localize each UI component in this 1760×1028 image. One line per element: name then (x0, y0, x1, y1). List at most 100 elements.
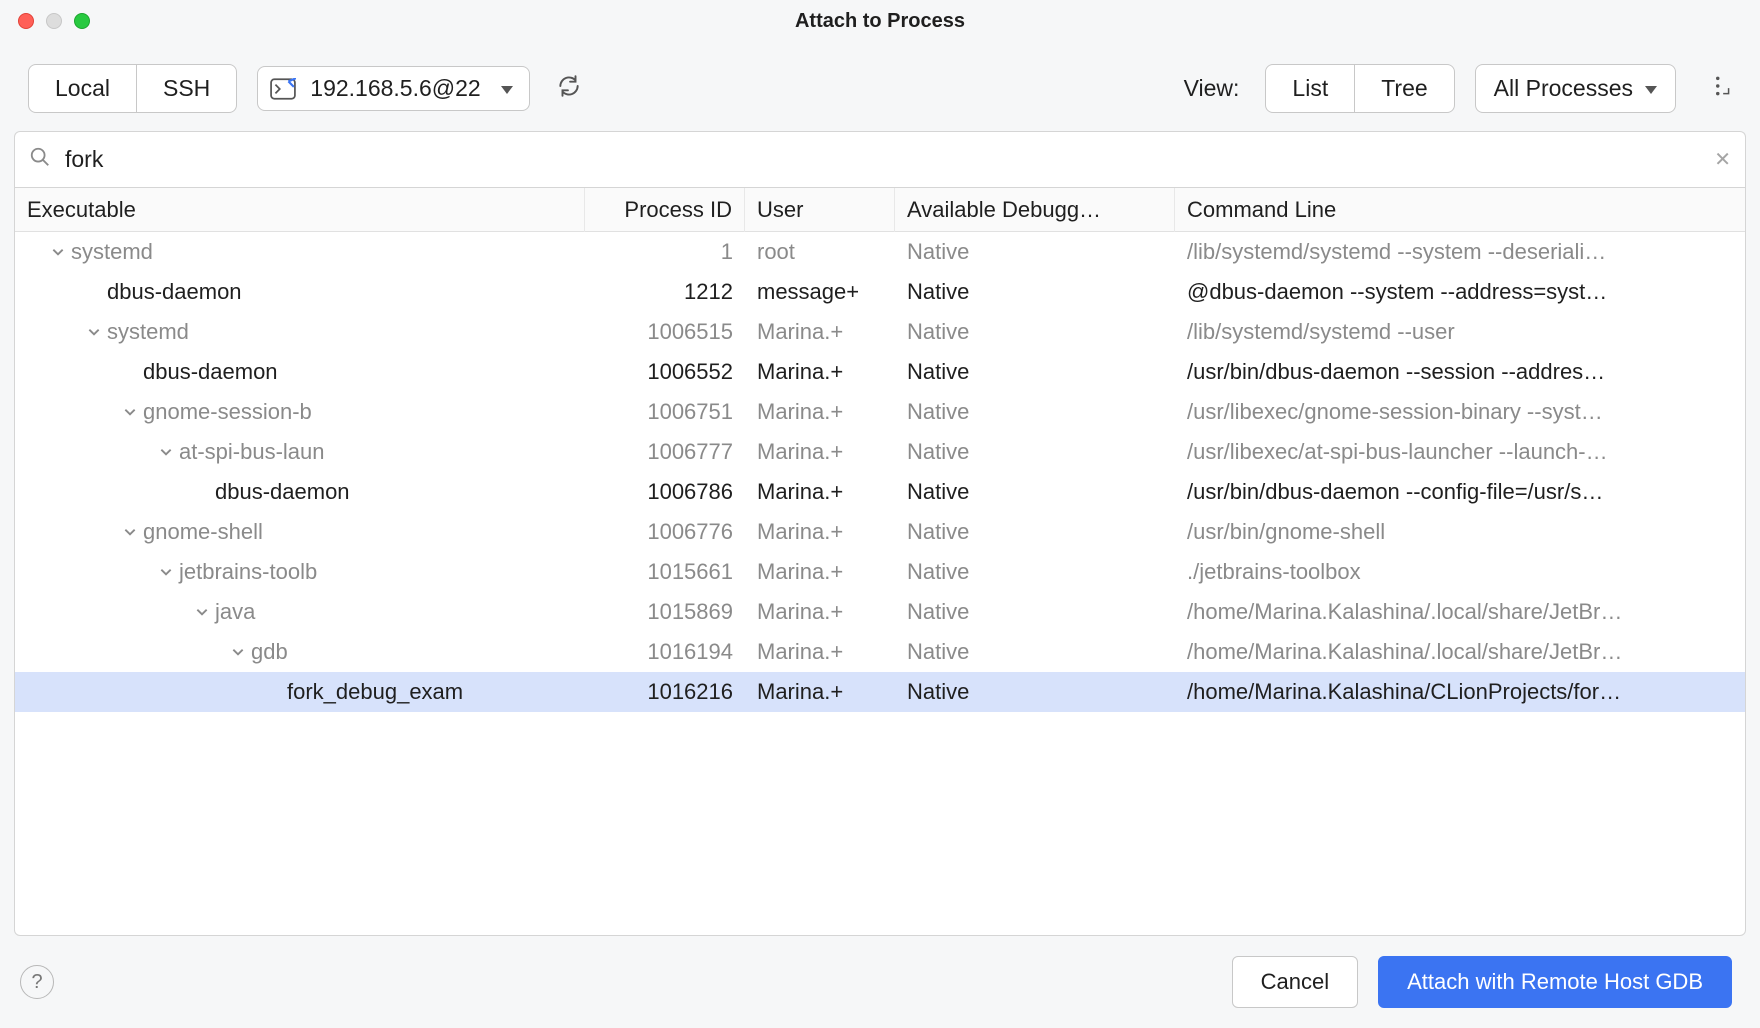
tab-ssh[interactable]: SSH (136, 65, 236, 112)
connection-mode-segmented: Local SSH (28, 64, 237, 113)
cell-user: Marina.+ (745, 352, 895, 392)
process-name: jetbrains-toolb (179, 559, 317, 585)
cell-command: ./jetbrains-toolbox (1175, 552, 1745, 592)
terminal-icon (270, 78, 296, 100)
expand-toggle-icon[interactable] (229, 639, 247, 665)
table-body: systemd1rootNative/lib/systemd/systemd -… (15, 232, 1745, 935)
expand-toggle-icon[interactable] (193, 599, 211, 625)
expand-toggle-icon[interactable] (121, 519, 139, 545)
table-row[interactable]: systemd1006515Marina.+Native/lib/systemd… (15, 312, 1745, 352)
process-name: gnome-session-b (143, 399, 312, 425)
cell-user: message+ (745, 272, 895, 312)
cell-debugger: Native (895, 672, 1175, 712)
cell-user: Marina.+ (745, 592, 895, 632)
cell-pid: 1015661 (585, 552, 745, 592)
process-filter-label: All Processes (1494, 75, 1633, 102)
cell-pid: 1 (585, 232, 745, 272)
expand-toggle-icon[interactable] (49, 239, 67, 265)
cell-user: root (745, 232, 895, 272)
cell-command: @dbus-daemon --system --address=syst… (1175, 272, 1745, 312)
tab-local[interactable]: Local (29, 65, 136, 112)
cell-command: /home/Marina.Kalashina/CLionProjects/for… (1175, 672, 1745, 712)
view-mode-segmented: List Tree (1265, 64, 1454, 113)
cell-pid: 1016216 (585, 672, 745, 712)
cell-command: /home/Marina.Kalashina/.local/share/JetB… (1175, 632, 1745, 672)
expand-toggle-icon[interactable] (157, 439, 175, 465)
titlebar: Attach to Process (0, 0, 1760, 42)
cancel-button[interactable]: Cancel (1232, 956, 1358, 1008)
col-process-id[interactable]: Process ID (585, 188, 745, 232)
cell-executable: systemd (15, 312, 585, 352)
tab-list[interactable]: List (1266, 65, 1354, 112)
table-row[interactable]: systemd1rootNative/lib/systemd/systemd -… (15, 232, 1745, 272)
cell-user: Marina.+ (745, 432, 895, 472)
table-row[interactable]: dbus-daemon1212message+Native@dbus-daemo… (15, 272, 1745, 312)
close-window-button[interactable] (18, 13, 34, 29)
host-label: 192.168.5.6@22 (310, 75, 480, 102)
host-selector[interactable]: 192.168.5.6@22 (257, 66, 529, 111)
col-user[interactable]: User (745, 188, 895, 232)
expand-toggle-icon[interactable] (121, 399, 139, 425)
attach-button[interactable]: Attach with Remote Host GDB (1378, 956, 1732, 1008)
cell-debugger: Native (895, 392, 1175, 432)
process-name: dbus-daemon (107, 279, 242, 305)
cell-debugger: Native (895, 232, 1175, 272)
cell-command: /usr/bin/dbus-daemon --session --addres… (1175, 352, 1745, 392)
cell-command: /home/Marina.Kalashina/.local/share/JetB… (1175, 592, 1745, 632)
view-label: View: (1184, 75, 1240, 102)
expand-toggle-icon[interactable] (85, 319, 103, 345)
tab-tree[interactable]: Tree (1354, 65, 1453, 112)
search-input[interactable] (65, 146, 1700, 173)
process-filter-dropdown[interactable]: All Processes (1475, 64, 1676, 113)
expand-toggle-icon[interactable] (157, 559, 175, 585)
help-button[interactable]: ? (20, 965, 54, 999)
process-name: dbus-daemon (143, 359, 278, 385)
table-row[interactable]: dbus-daemon1006786Marina.+Native/usr/bin… (15, 472, 1745, 512)
table-row[interactable]: java1015869Marina.+Native/home/Marina.Ka… (15, 592, 1745, 632)
cell-pid: 1015869 (585, 592, 745, 632)
table-row[interactable]: fork_debug_exam1016216Marina.+Native/hom… (15, 672, 1745, 712)
process-name: at-spi-bus-laun (179, 439, 325, 465)
cell-executable: gnome-shell (15, 512, 585, 552)
clear-search-button[interactable]: ✕ (1714, 147, 1731, 172)
cell-pid: 1016194 (585, 632, 745, 672)
cell-user: Marina.+ (745, 552, 895, 592)
cell-debugger: Native (895, 552, 1175, 592)
window-title: Attach to Process (795, 10, 965, 33)
footer: ? Cancel Attach with Remote Host GDB (0, 936, 1760, 1028)
cell-command: /lib/systemd/systemd --user (1175, 312, 1745, 352)
process-name: systemd (107, 319, 189, 345)
cell-command: /lib/systemd/systemd --system --deserial… (1175, 232, 1745, 272)
cell-user: Marina.+ (745, 472, 895, 512)
table-row[interactable]: gdb1016194Marina.+Native/home/Marina.Kal… (15, 632, 1745, 672)
refresh-button[interactable] (556, 73, 582, 104)
cell-debugger: Native (895, 312, 1175, 352)
table-row[interactable]: gnome-shell1006776Marina.+Native/usr/bin… (15, 512, 1745, 552)
chevron-down-icon (501, 75, 513, 102)
col-debuggers[interactable]: Available Debugg… (895, 188, 1175, 232)
process-name: gdb (251, 639, 288, 665)
cell-command: /usr/libexec/gnome-session-binary --syst… (1175, 392, 1745, 432)
cell-debugger: Native (895, 632, 1175, 672)
minimize-window-button[interactable] (46, 13, 62, 29)
cell-executable: fork_debug_exam (15, 672, 585, 712)
zoom-window-button[interactable] (74, 13, 90, 29)
cell-user: Marina.+ (745, 392, 895, 432)
table-row[interactable]: jetbrains-toolb 1015661Marina.+Native./je… (15, 552, 1745, 592)
cell-executable: dbus-daemon (15, 352, 585, 392)
cell-user: Marina.+ (745, 512, 895, 552)
cell-pid: 1006751 (585, 392, 745, 432)
cell-executable: dbus-daemon (15, 272, 585, 312)
cell-executable: dbus-daemon (15, 472, 585, 512)
cell-user: Marina.+ (745, 672, 895, 712)
table-row[interactable]: gnome-session-b 1006751Marina.+Native/usr… (15, 392, 1745, 432)
table-row[interactable]: at-spi-bus-laun1006777Marina.+Native/usr… (15, 432, 1745, 472)
cell-pid: 1212 (585, 272, 745, 312)
more-options-button[interactable] (1710, 73, 1732, 104)
cell-executable: systemd (15, 232, 585, 272)
table-row[interactable]: dbus-daemon1006552Marina.+Native/usr/bin… (15, 352, 1745, 392)
process-name: dbus-daemon (215, 479, 350, 505)
col-executable[interactable]: Executable (15, 188, 585, 232)
col-command[interactable]: Command Line (1175, 188, 1745, 232)
cell-executable: gnome-session-b (15, 392, 585, 432)
